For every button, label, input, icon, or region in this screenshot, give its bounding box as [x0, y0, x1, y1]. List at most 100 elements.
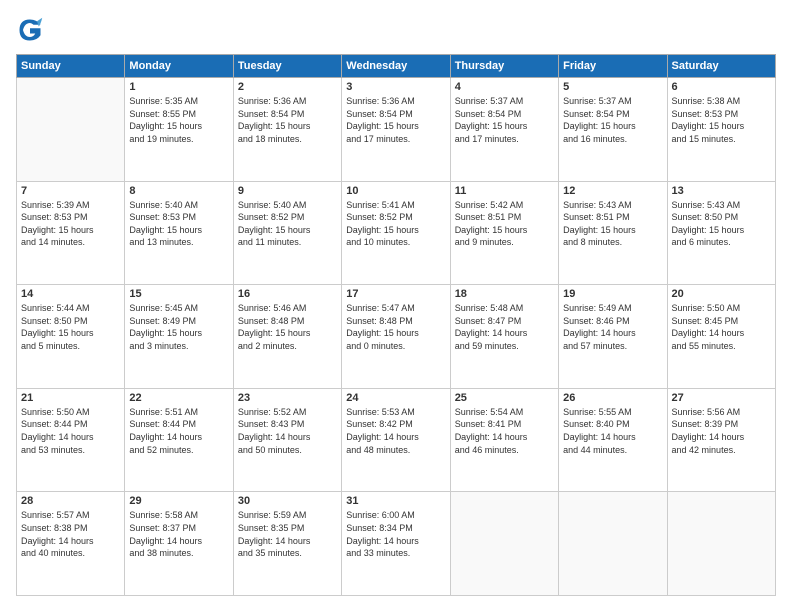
calendar-cell: 22 Sunrise: 5:51 AMSunset: 8:44 PMDayligh… — [125, 388, 233, 492]
day-info: Sunrise: 5:37 AMSunset: 8:54 PMDaylight:… — [563, 95, 662, 145]
page-header — [16, 16, 776, 44]
day-number: 24 — [346, 392, 445, 404]
day-info: Sunrise: 5:54 AMSunset: 8:41 PMDaylight:… — [455, 406, 554, 456]
day-number: 1 — [129, 81, 228, 93]
calendar-cell: 4 Sunrise: 5:37 AMSunset: 8:54 PMDaylight… — [450, 78, 558, 182]
day-number: 27 — [672, 392, 771, 404]
day-number: 22 — [129, 392, 228, 404]
calendar-cell: 5 Sunrise: 5:37 AMSunset: 8:54 PMDaylight… — [559, 78, 667, 182]
day-number: 17 — [346, 288, 445, 300]
calendar-cell: 31 Sunrise: 6:00 AMSunset: 8:34 PMDayligh… — [342, 492, 450, 596]
day-info: Sunrise: 5:43 AMSunset: 8:51 PMDaylight:… — [563, 199, 662, 249]
day-info: Sunrise: 5:36 AMSunset: 8:54 PMDaylight:… — [346, 95, 445, 145]
calendar-cell: 10Sunrise: 5:41 AMSunset: 8:52 PMDayligh… — [342, 181, 450, 285]
calendar-cell: 18Sunrise: 5:48 AMSunset: 8:47 PMDayligh… — [450, 285, 558, 389]
calendar-cell: 29 Sunrise: 5:58 AMSunset: 8:37 PMDayligh… — [125, 492, 233, 596]
day-number: 12 — [563, 185, 662, 197]
day-info: Sunrise: 5:57 AMSunset: 8:38 PMDaylight:… — [21, 509, 120, 559]
calendar-cell: 26 Sunrise: 5:55 AMSunset: 8:40 PMDayligh… — [559, 388, 667, 492]
day-number: 28 — [21, 495, 120, 507]
calendar-cell: 3 Sunrise: 5:36 AMSunset: 8:54 PMDaylight… — [342, 78, 450, 182]
day-info: Sunrise: 5:51 AMSunset: 8:44 PMDaylight:… — [129, 406, 228, 456]
calendar-cell: 19 Sunrise: 5:49 AMSunset: 8:46 PMDayligh… — [559, 285, 667, 389]
day-info: Sunrise: 5:50 AMSunset: 8:45 PMDaylight:… — [672, 302, 771, 352]
weekday-header: Saturday — [667, 55, 775, 78]
calendar-week-row: 7Sunrise: 5:39 AMSunset: 8:53 PMDaylight… — [17, 181, 776, 285]
calendar-cell: 12 Sunrise: 5:43 AMSunset: 8:51 PMDayligh… — [559, 181, 667, 285]
day-number: 9 — [238, 185, 337, 197]
day-info: Sunrise: 5:52 AMSunset: 8:43 PMDaylight:… — [238, 406, 337, 456]
day-number: 30 — [238, 495, 337, 507]
day-info: Sunrise: 5:48 AMSunset: 8:47 PMDaylight:… — [455, 302, 554, 352]
day-info: Sunrise: 5:44 AMSunset: 8:50 PMDaylight:… — [21, 302, 120, 352]
day-info: Sunrise: 5:55 AMSunset: 8:40 PMDaylight:… — [563, 406, 662, 456]
day-number: 4 — [455, 81, 554, 93]
day-info: Sunrise: 5:38 AMSunset: 8:53 PMDaylight:… — [672, 95, 771, 145]
weekday-header: Friday — [559, 55, 667, 78]
weekday-header: Sunday — [17, 55, 125, 78]
calendar-cell — [667, 492, 775, 596]
day-info: Sunrise: 5:39 AMSunset: 8:53 PMDaylight:… — [21, 199, 120, 249]
calendar-cell: 14Sunrise: 5:44 AMSunset: 8:50 PMDayligh… — [17, 285, 125, 389]
logo — [16, 16, 48, 44]
day-info: Sunrise: 5:37 AMSunset: 8:54 PMDaylight:… — [455, 95, 554, 145]
day-number: 5 — [563, 81, 662, 93]
day-number: 10 — [346, 185, 445, 197]
day-number: 20 — [672, 288, 771, 300]
day-info: Sunrise: 6:00 AMSunset: 8:34 PMDaylight:… — [346, 509, 445, 559]
day-info: Sunrise: 5:53 AMSunset: 8:42 PMDaylight:… — [346, 406, 445, 456]
calendar-week-row: 28 Sunrise: 5:57 AMSunset: 8:38 PMDayligh… — [17, 492, 776, 596]
calendar-cell: 25 Sunrise: 5:54 AMSunset: 8:41 PMDayligh… — [450, 388, 558, 492]
calendar-cell: 17 Sunrise: 5:47 AMSunset: 8:48 PMDayligh… — [342, 285, 450, 389]
day-info: Sunrise: 5:59 AMSunset: 8:35 PMDaylight:… — [238, 509, 337, 559]
day-number: 13 — [672, 185, 771, 197]
day-info: Sunrise: 5:46 AMSunset: 8:48 PMDaylight:… — [238, 302, 337, 352]
calendar-cell: 9 Sunrise: 5:40 AMSunset: 8:52 PMDaylight… — [233, 181, 341, 285]
day-info: Sunrise: 5:40 AMSunset: 8:52 PMDaylight:… — [238, 199, 337, 249]
day-number: 21 — [21, 392, 120, 404]
day-number: 25 — [455, 392, 554, 404]
calendar-cell: 23 Sunrise: 5:52 AMSunset: 8:43 PMDayligh… — [233, 388, 341, 492]
day-number: 31 — [346, 495, 445, 507]
calendar-cell: 27 Sunrise: 5:56 AMSunset: 8:39 PMDayligh… — [667, 388, 775, 492]
calendar-table: SundayMondayTuesdayWednesdayThursdayFrid… — [16, 54, 776, 596]
day-number: 19 — [563, 288, 662, 300]
calendar-cell: 28 Sunrise: 5:57 AMSunset: 8:38 PMDayligh… — [17, 492, 125, 596]
calendar-cell: 2 Sunrise: 5:36 AMSunset: 8:54 PMDaylight… — [233, 78, 341, 182]
day-info: Sunrise: 5:36 AMSunset: 8:54 PMDaylight:… — [238, 95, 337, 145]
calendar-cell: 20 Sunrise: 5:50 AMSunset: 8:45 PMDayligh… — [667, 285, 775, 389]
calendar-cell — [559, 492, 667, 596]
calendar-cell: 15 Sunrise: 5:45 AMSunset: 8:49 PMDayligh… — [125, 285, 233, 389]
day-number: 26 — [563, 392, 662, 404]
calendar-cell: 30 Sunrise: 5:59 AMSunset: 8:35 PMDayligh… — [233, 492, 341, 596]
day-info: Sunrise: 5:45 AMSunset: 8:49 PMDaylight:… — [129, 302, 228, 352]
day-info: Sunrise: 5:56 AMSunset: 8:39 PMDaylight:… — [672, 406, 771, 456]
calendar-cell: 6 Sunrise: 5:38 AMSunset: 8:53 PMDaylight… — [667, 78, 775, 182]
calendar-cell: 24 Sunrise: 5:53 AMSunset: 8:42 PMDayligh… — [342, 388, 450, 492]
day-number: 3 — [346, 81, 445, 93]
calendar-cell: 7Sunrise: 5:39 AMSunset: 8:53 PMDaylight… — [17, 181, 125, 285]
calendar-cell: 8 Sunrise: 5:40 AMSunset: 8:53 PMDaylight… — [125, 181, 233, 285]
day-info: Sunrise: 5:49 AMSunset: 8:46 PMDaylight:… — [563, 302, 662, 352]
day-info: Sunrise: 5:47 AMSunset: 8:48 PMDaylight:… — [346, 302, 445, 352]
day-number: 8 — [129, 185, 228, 197]
day-number: 2 — [238, 81, 337, 93]
logo-icon — [16, 16, 44, 44]
day-number: 23 — [238, 392, 337, 404]
calendar-week-row: 21Sunrise: 5:50 AMSunset: 8:44 PMDayligh… — [17, 388, 776, 492]
weekday-header: Thursday — [450, 55, 558, 78]
day-info: Sunrise: 5:40 AMSunset: 8:53 PMDaylight:… — [129, 199, 228, 249]
day-number: 6 — [672, 81, 771, 93]
day-info: Sunrise: 5:43 AMSunset: 8:50 PMDaylight:… — [672, 199, 771, 249]
day-info: Sunrise: 5:42 AMSunset: 8:51 PMDaylight:… — [455, 199, 554, 249]
weekday-header-row: SundayMondayTuesdayWednesdayThursdayFrid… — [17, 55, 776, 78]
calendar-week-row: 14Sunrise: 5:44 AMSunset: 8:50 PMDayligh… — [17, 285, 776, 389]
calendar-cell — [450, 492, 558, 596]
day-number: 15 — [129, 288, 228, 300]
day-number: 29 — [129, 495, 228, 507]
day-info: Sunrise: 5:58 AMSunset: 8:37 PMDaylight:… — [129, 509, 228, 559]
day-number: 11 — [455, 185, 554, 197]
calendar-cell — [17, 78, 125, 182]
calendar-cell: 13 Sunrise: 5:43 AMSunset: 8:50 PMDayligh… — [667, 181, 775, 285]
weekday-header: Monday — [125, 55, 233, 78]
